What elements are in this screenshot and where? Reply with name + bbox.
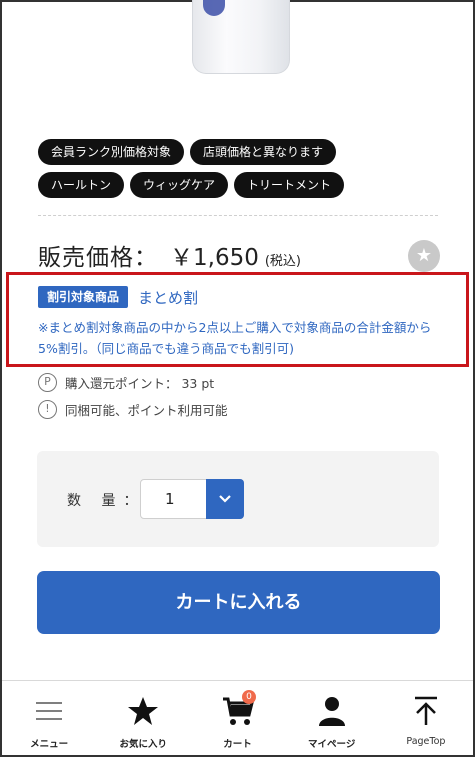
price-block: 販売価格： ￥1,650 (税込) <box>38 238 301 272</box>
nav-pagetop-label: PageTop <box>406 736 446 747</box>
nav-menu-label: メニュー <box>30 739 69 750</box>
points-info: P 購入還元ポイント： 33 pt <box>38 373 214 392</box>
tag-list: 会員ランク別価格対象 店頭価格と異なります ハールトン ウィッグケア トリートメ… <box>38 139 438 205</box>
nav-mypage-label: マイページ <box>308 739 356 750</box>
points-icon: P <box>38 373 57 392</box>
notice-text: 同梱可能、ポイント利用可能 <box>65 403 228 418</box>
quantity-select[interactable]: 1 <box>140 479 244 519</box>
shipping-notice: ! 同梱可能、ポイント利用可能 <box>38 400 228 419</box>
nav-cart-label: カート <box>223 739 252 750</box>
arrow-up-icon <box>414 696 437 725</box>
discount-name-link[interactable]: まとめ割 <box>138 287 198 308</box>
tag-wig-care[interactable]: ウィッグケア <box>130 172 229 198</box>
divider <box>38 215 438 216</box>
quantity-label: 数 量： <box>67 493 146 509</box>
bottom-nav: メニュー お気に入り カート マイページ PageTop <box>2 680 473 755</box>
notice-icon: ! <box>38 400 57 419</box>
menu-icon <box>36 702 63 720</box>
discount-note: ※まとめ割対象商品の中から2点以上ご購入で対象商品の合計金額から5%割引。（同じ… <box>38 320 432 356</box>
quantity-value: 1 <box>165 490 175 508</box>
user-icon <box>318 697 345 726</box>
chevron-down-icon[interactable] <box>206 479 244 519</box>
add-to-cart-button[interactable]: カートに入れる <box>37 571 440 634</box>
tag-store-price[interactable]: 店頭価格と異なります <box>190 139 337 165</box>
cart-count-badge: 0 <box>242 690 256 704</box>
nav-mypage[interactable]: マイページ <box>285 681 379 755</box>
discount-badge: 割引対象商品 <box>38 286 129 308</box>
price-label: 販売価格： <box>38 245 158 271</box>
favorite-star-icon[interactable]: ★ <box>408 240 440 272</box>
points-text: 購入還元ポイント： 33 pt <box>65 376 215 391</box>
tag-member-rank[interactable]: 会員ランク別価格対象 <box>38 139 185 165</box>
nav-favorites-label: お気に入り <box>119 739 168 750</box>
nav-menu[interactable]: メニュー <box>2 681 96 755</box>
product-image <box>192 0 290 74</box>
nav-cart[interactable]: カート <box>190 681 284 755</box>
price-value: ￥1,650 <box>170 245 259 271</box>
product-image-logo <box>203 0 225 16</box>
tag-treatment[interactable]: トリートメント <box>234 172 345 198</box>
tag-brand[interactable]: ハールトン <box>38 172 125 198</box>
nav-pagetop[interactable]: PageTop <box>379 681 473 755</box>
discount-row: 割引対象商品 まとめ割 <box>38 286 198 308</box>
star-icon <box>128 697 159 725</box>
nav-favorites[interactable]: お気に入り <box>96 681 190 755</box>
price-tax-note: (税込) <box>264 254 302 269</box>
